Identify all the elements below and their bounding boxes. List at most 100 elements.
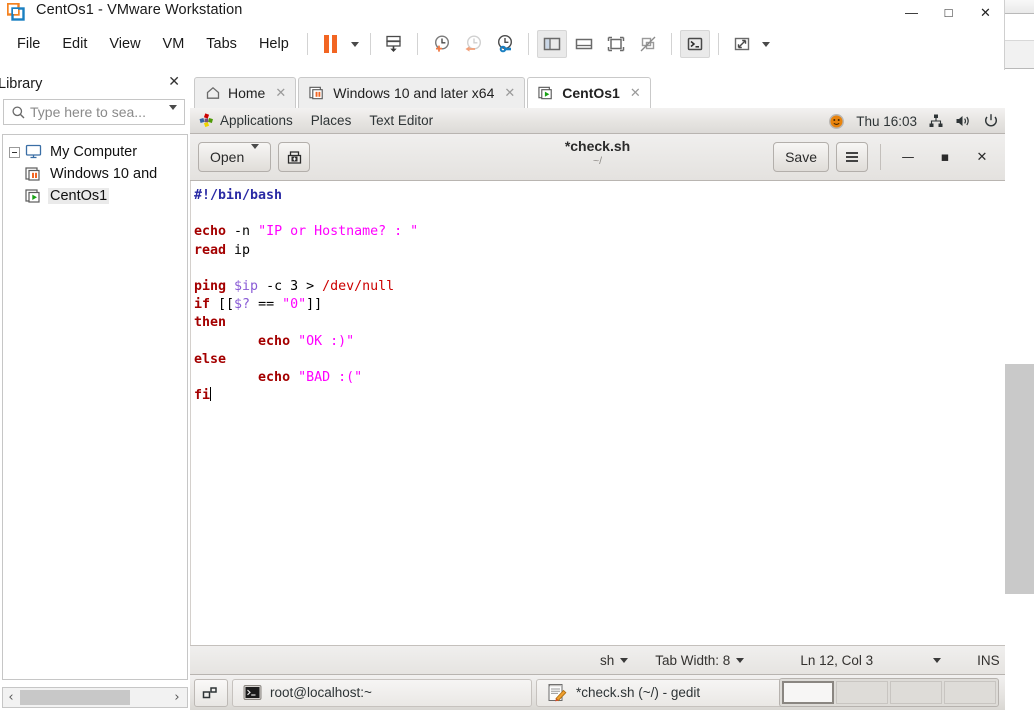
scrollbar-track[interactable] [1005, 69, 1034, 710]
save-button[interactable]: Save [773, 142, 829, 172]
full-screen-icon[interactable] [601, 30, 631, 58]
power-icon[interactable] [983, 113, 999, 129]
toolbar-separator [416, 33, 418, 55]
workspace-1[interactable] [782, 681, 834, 704]
chevron-down-icon [620, 657, 629, 663]
tab-close-icon[interactable]: ✕ [501, 86, 518, 101]
toolbar-separator [306, 33, 308, 55]
take-snapshot-icon[interactable] [426, 30, 456, 58]
host-vertical-scrollbar[interactable] [1005, 0, 1034, 710]
cursor-position[interactable]: Ln 12, Col 3 [800, 653, 873, 668]
code-token: fi [194, 388, 211, 404]
code-token: echo [258, 333, 291, 349]
menu-help[interactable]: Help [248, 32, 300, 56]
code-token: $? [234, 297, 251, 313]
show-thumbnails-icon[interactable] [569, 30, 599, 58]
search-input[interactable]: Type here to sea... [30, 104, 146, 120]
stretch-dropdown-caret-icon[interactable] [758, 30, 774, 58]
snapshot-manager-icon[interactable] [379, 30, 409, 58]
workspace-4[interactable] [944, 681, 996, 704]
tree-item-centos1[interactable]: CentOs1 [3, 185, 187, 207]
network-icon[interactable] [928, 113, 944, 129]
library-tree: My Computer Windows 10 and CentOs1 [2, 134, 188, 680]
home-icon [205, 85, 221, 101]
revert-snapshot-icon[interactable] [458, 30, 488, 58]
scrollbar-header-band [1005, 40, 1034, 69]
source-code[interactable]: #!/bin/bash echo -n "IP or Hostname? : "… [191, 181, 1005, 405]
menu-edit[interactable]: Edit [51, 32, 98, 56]
library-search-box[interactable]: Type here to sea... [3, 99, 185, 128]
screen: CentOs1 - VMware Workstation — □ ✕ File … [0, 0, 1034, 710]
user-avatar-icon[interactable] [828, 113, 845, 130]
vm-running-icon [538, 85, 555, 101]
show-library-icon[interactable] [536, 30, 567, 58]
gedit-close-button[interactable]: ✕ [967, 142, 997, 172]
chevron-down-icon[interactable] [933, 657, 942, 663]
menu-file[interactable]: File [6, 32, 51, 56]
panel-active-app[interactable]: Text Editor [360, 108, 442, 134]
close-icon[interactable]: ✕ [168, 74, 180, 90]
search-icon [11, 105, 26, 120]
workspace-switcher[interactable] [779, 678, 999, 707]
console-view-icon[interactable] [679, 30, 710, 58]
manage-snapshots-icon[interactable] [490, 30, 520, 58]
tab-width-label: Tab Width: 8 [655, 652, 731, 668]
scroll-right-icon[interactable]: › [169, 690, 185, 705]
scrollbar-thumb[interactable] [20, 690, 130, 705]
hamburger-menu-button[interactable] [836, 142, 868, 172]
taskbar-item-terminal[interactable]: root@localhost:~ [232, 678, 532, 707]
taskbar-item-gedit[interactable]: *check.sh (~/) - gedit [536, 678, 786, 707]
gedit-minimize-button[interactable]: — [893, 142, 923, 172]
collapse-toggle-icon[interactable] [9, 146, 20, 158]
menu-view[interactable]: View [98, 32, 151, 56]
clock-label[interactable]: Thu 16:03 [856, 114, 917, 129]
computer-icon [25, 144, 43, 160]
insert-mode: INS [977, 653, 1000, 668]
code-editor-area[interactable]: #!/bin/bash echo -n "IP or Hostname? : "… [190, 181, 1005, 645]
power-dropdown-caret-icon[interactable] [347, 30, 363, 58]
minimize-button[interactable]: — [893, 0, 930, 25]
tab-label: Windows 10 and later x64 [333, 85, 495, 101]
vmware-menubar: File Edit View VM Tabs Help [0, 25, 1004, 63]
workspace-2[interactable] [836, 681, 888, 704]
show-desktop-button[interactable] [194, 678, 228, 707]
menu-vm[interactable]: VM [152, 32, 196, 56]
tab-width-selector[interactable]: Tab Width: 8 [655, 652, 745, 668]
new-document-button[interactable] [278, 142, 311, 172]
pause-icon[interactable] [316, 30, 346, 58]
menu-tabs[interactable]: Tabs [195, 32, 248, 56]
scrollbar-thumb[interactable] [1005, 364, 1034, 594]
code-token: "IP or Hostname? : " [258, 224, 419, 240]
active-app-label: Text Editor [369, 113, 434, 128]
tab-centos1[interactable]: CentOs1 ✕ [527, 77, 651, 108]
close-button[interactable]: ✕ [967, 0, 1004, 25]
gedit-window: Open *check.sh ~/ Save — ▪ ✕ #!/bin/bash… [190, 134, 1005, 674]
tab-windows-10-and-later-x64[interactable]: Windows 10 and later x64 ✕ [298, 77, 526, 108]
tab-close-icon[interactable]: ✕ [272, 86, 289, 101]
language-selector[interactable]: sh [600, 653, 629, 668]
stretch-guest-icon[interactable] [727, 30, 757, 58]
code-token: then [194, 315, 227, 331]
tab-home[interactable]: Home ✕ [194, 77, 297, 108]
chevron-down-icon[interactable] [169, 105, 177, 128]
panel-applications-menu[interactable]: Applications [190, 108, 302, 134]
code-token: -c 3 > [258, 279, 323, 295]
tab-close-icon[interactable]: ✕ [627, 86, 644, 101]
guest-vm-screen: Applications Places Text Editor Thu 16:0… [190, 108, 1005, 710]
volume-icon[interactable] [955, 113, 972, 129]
places-label: Places [310, 113, 352, 128]
scroll-left-icon[interactable]: ‹ [3, 690, 19, 705]
code-token: ip [226, 242, 251, 258]
panel-places-menu[interactable]: Places [302, 108, 361, 134]
workspace-3[interactable] [890, 681, 942, 704]
gedit-maximize-button[interactable]: ▪ [930, 142, 960, 172]
open-button[interactable]: Open [198, 142, 272, 172]
gedit-header-actions: Save — ▪ ✕ [773, 142, 997, 172]
unity-mode-icon[interactable] [633, 30, 663, 58]
library-horizontal-scrollbar[interactable]: ‹ › [2, 687, 188, 708]
tree-item-windows-10[interactable]: Windows 10 and [3, 163, 187, 185]
code-token: read [194, 242, 227, 258]
maximize-button[interactable]: □ [930, 0, 967, 25]
tree-item-my-computer[interactable]: My Computer [3, 141, 187, 163]
